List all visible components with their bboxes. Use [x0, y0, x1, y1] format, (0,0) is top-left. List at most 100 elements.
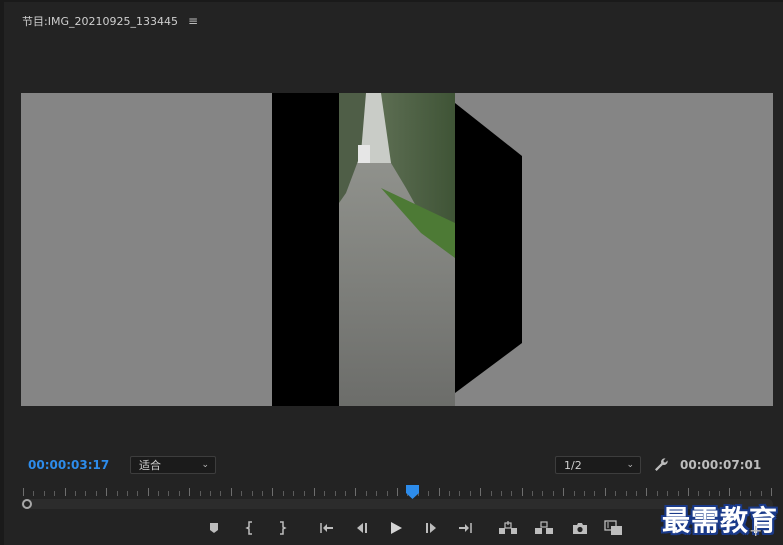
chevron-down-icon: ⌄: [201, 460, 209, 470]
step-back-icon[interactable]: [349, 516, 373, 540]
ruler-tick: [771, 488, 772, 496]
ruler-tick: [366, 491, 367, 496]
ruler-tick: [231, 488, 232, 496]
ruler-tick: [740, 491, 741, 496]
ruler-tick: [667, 491, 668, 496]
ruler-tick: [293, 491, 294, 496]
ruler-tick: [439, 488, 440, 496]
ruler-tick: [75, 491, 76, 496]
lift-icon[interactable]: [496, 516, 520, 540]
ruler-tick: [241, 491, 242, 496]
black-panel-right: [455, 103, 522, 393]
ruler-tick: [168, 491, 169, 496]
ruler-tick: [376, 491, 377, 496]
ruler-tick: [626, 491, 627, 496]
play-icon[interactable]: [384, 516, 408, 540]
video-viewer[interactable]: [21, 93, 773, 406]
ruler-tick: [44, 491, 45, 496]
chevron-down-icon: ⌄: [626, 460, 634, 470]
go-to-out-icon[interactable]: [453, 516, 477, 540]
ruler-tick: [65, 488, 66, 496]
ruler-tick: [459, 491, 460, 496]
playhead[interactable]: [406, 484, 419, 499]
ruler-tick: [127, 491, 128, 496]
panel-title-prefix: 节目:: [22, 15, 48, 28]
step-forward-icon[interactable]: [420, 516, 444, 540]
mark-out-icon[interactable]: [270, 516, 294, 540]
ruler-tick: [615, 491, 616, 496]
ruler-tick: [761, 491, 762, 496]
ruler-tick: [532, 491, 533, 496]
ruler-tick: [428, 491, 429, 496]
ruler-tick: [563, 488, 564, 496]
ruler-tick: [574, 491, 575, 496]
ruler-tick: [96, 491, 97, 496]
ruler-tick: [522, 488, 523, 496]
ruler-tick: [324, 491, 325, 496]
resolution-dropdown[interactable]: 1/2 ⌄: [555, 456, 641, 474]
ruler-tick: [189, 488, 190, 496]
ruler-tick: [106, 488, 107, 496]
ruler-tick: [179, 491, 180, 496]
comparison-view-icon[interactable]: [602, 516, 626, 540]
ruler-tick: [335, 491, 336, 496]
hamburger-menu-icon[interactable]: ≡: [188, 14, 198, 28]
ruler-tick: [636, 491, 637, 496]
ruler-tick: [480, 488, 481, 496]
ruler-tick: [304, 491, 305, 496]
ruler-tick: [709, 491, 710, 496]
ruler-tick: [511, 491, 512, 496]
current-timecode[interactable]: 00:00:03:17: [28, 458, 109, 472]
time-ruler[interactable]: [21, 484, 773, 498]
ruler-tick: [553, 491, 554, 496]
ruler-tick: [54, 491, 55, 496]
ruler-tick: [605, 488, 606, 496]
ruler-tick: [345, 491, 346, 496]
ruler-tick: [750, 491, 751, 496]
ruler-tick: [387, 491, 388, 496]
export-frame-icon[interactable]: [568, 516, 592, 540]
zoom-scroll-handle[interactable]: [22, 499, 32, 509]
zoom-scroll-track[interactable]: [21, 499, 773, 509]
ruler-tick: [491, 491, 492, 496]
ruler-tick: [262, 491, 263, 496]
ruler-tick: [678, 491, 679, 496]
ruler-tick: [646, 488, 647, 496]
ruler-tick: [272, 488, 273, 496]
ruler-tick: [657, 491, 658, 496]
clip-name: IMG_20210925_133445: [47, 14, 178, 28]
ruler-tick: [688, 488, 689, 496]
ruler-tick: [23, 488, 24, 496]
ruler-tick: [501, 491, 502, 496]
zoom-dropdown[interactable]: 适合 ⌄: [130, 456, 216, 474]
ruler-tick: [158, 491, 159, 496]
ruler-tick: [283, 491, 284, 496]
ruler-tick: [148, 488, 149, 496]
go-to-in-icon[interactable]: [315, 516, 339, 540]
mark-in-icon[interactable]: [238, 516, 262, 540]
ruler-tick: [355, 488, 356, 496]
ruler-tick: [698, 491, 699, 496]
ruler-tick: [220, 491, 221, 496]
add-marker-icon[interactable]: [202, 516, 226, 540]
extract-icon[interactable]: [532, 516, 556, 540]
ruler-tick: [200, 491, 201, 496]
wrench-icon[interactable]: [652, 456, 670, 474]
panel-tab[interactable]: 节目: IMG_20210925_133445 ≡: [22, 12, 198, 30]
ruler-tick: [252, 491, 253, 496]
zoom-value: 适合: [139, 459, 161, 472]
ruler-tick: [542, 491, 543, 496]
ruler-tick: [137, 491, 138, 496]
duration-timecode: 00:00:07:01: [680, 458, 762, 472]
ruler-tick: [449, 491, 450, 496]
add-button-icon[interactable]: +: [749, 521, 762, 540]
ruler-tick: [584, 491, 585, 496]
ruler-tick: [470, 491, 471, 496]
ruler-tick: [314, 488, 315, 496]
program-monitor-panel: 节目: IMG_20210925_133445 ≡ 00:00:03:17 适合…: [0, 0, 783, 545]
ruler-tick: [719, 491, 720, 496]
ruler-tick: [397, 488, 398, 496]
ruler-tick: [594, 491, 595, 496]
ruler-tick: [33, 491, 34, 496]
black-panel-left: [272, 93, 339, 406]
